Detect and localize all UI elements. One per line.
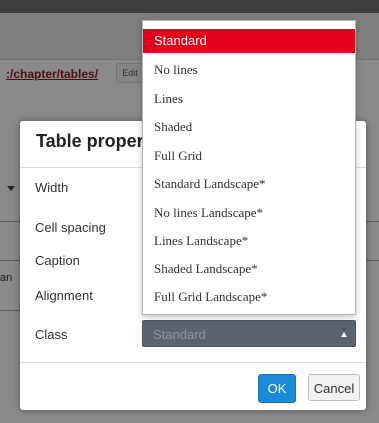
option-lines-landscape[interactable]: Lines Landscape* xyxy=(143,229,355,253)
class-label: Class xyxy=(35,327,68,342)
caption-label: Caption xyxy=(35,253,80,268)
footer-divider xyxy=(20,362,366,363)
option-no-lines[interactable]: No lines xyxy=(143,58,355,82)
class-dropdown-menu: Standard No lines Lines Shaded Full Grid… xyxy=(142,20,356,315)
dialog-title: Table proper xyxy=(36,131,144,151)
class-select[interactable]: Standard xyxy=(142,320,356,347)
cell-spacing-label: Cell spacing xyxy=(35,220,106,235)
option-full-grid[interactable]: Full Grid xyxy=(143,144,355,168)
alignment-label: Alignment xyxy=(35,288,93,303)
chevron-up-icon xyxy=(341,332,347,337)
option-full-grid-landscape[interactable]: Full Grid Landscape* xyxy=(143,285,355,309)
cancel-button[interactable]: Cancel xyxy=(308,374,360,401)
class-select-value: Standard xyxy=(153,327,206,342)
option-standard[interactable]: Standard xyxy=(143,29,355,53)
option-shaded[interactable]: Shaded xyxy=(143,115,355,139)
option-shaded-landscape[interactable]: Shaded Landscape* xyxy=(143,257,355,281)
option-no-lines-landscape[interactable]: No lines Landscape* xyxy=(143,201,355,225)
option-lines[interactable]: Lines xyxy=(143,87,355,111)
width-label: Width xyxy=(35,180,69,195)
ok-button[interactable]: OK xyxy=(258,374,296,403)
option-standard-landscape[interactable]: Standard Landscape* xyxy=(143,172,355,196)
